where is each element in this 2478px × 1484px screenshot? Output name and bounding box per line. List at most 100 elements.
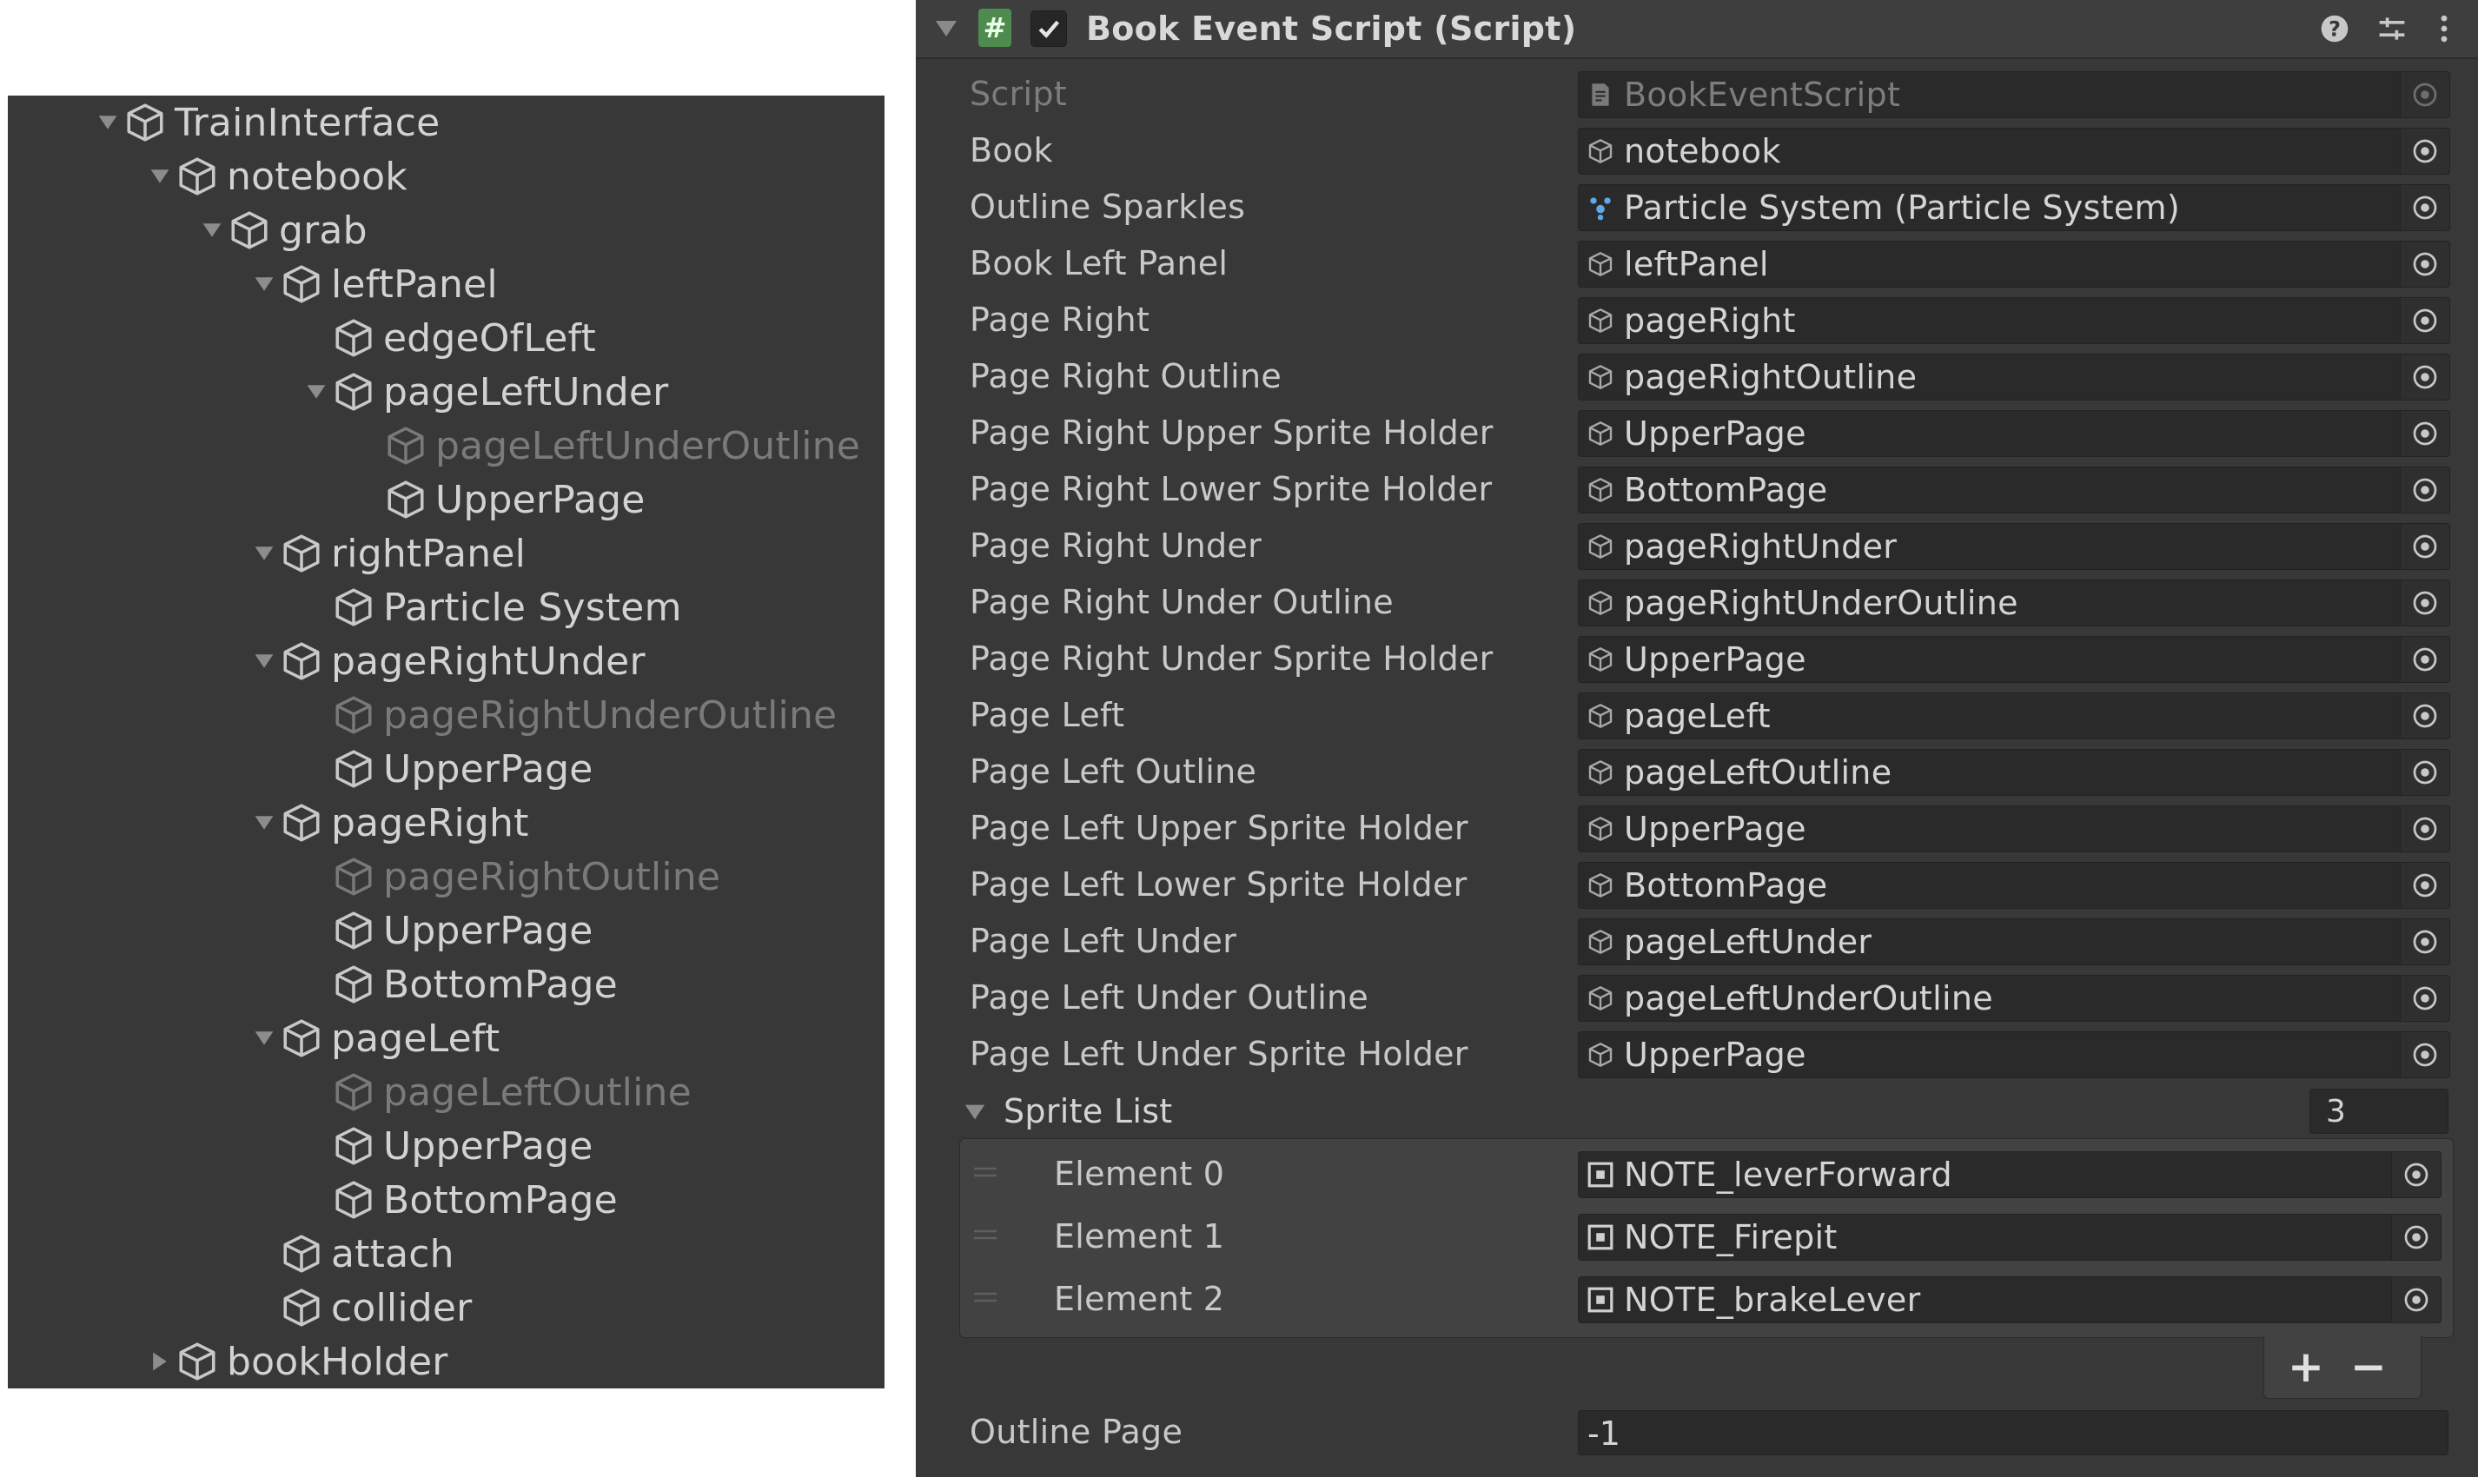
hierarchy-item[interactable]: pageRightOutline <box>301 850 720 904</box>
object-reference-field[interactable]: BottomPage <box>1578 862 2450 909</box>
object-reference-field[interactable]: UpperPage <box>1578 636 2450 683</box>
gameobject-icon <box>279 262 324 307</box>
hierarchy-item[interactable]: UpperPage <box>301 904 593 957</box>
no-arrow-spacer <box>301 311 331 365</box>
hierarchy-item[interactable]: pageLeftUnder <box>301 365 668 419</box>
component-header[interactable]: # Book Event Script (Script) ? <box>916 0 2478 59</box>
hierarchy-item[interactable]: UpperPage <box>301 1119 593 1173</box>
hierarchy-item[interactable]: pageRight <box>249 796 529 850</box>
hierarchy-item[interactable]: rightPanel <box>249 527 526 580</box>
hierarchy-item[interactable]: Particle System <box>301 580 682 634</box>
add-element-button[interactable]: + <box>2280 1342 2332 1392</box>
object-reference-field[interactable]: pageLeftOutline <box>1578 749 2450 796</box>
object-picker-icon[interactable] <box>2400 524 2449 569</box>
expand-arrow-icon[interactable] <box>249 634 279 688</box>
sprite-reference-field[interactable]: NOTE_brakeLever <box>1578 1276 2442 1323</box>
gameobject-icon <box>1586 362 1615 392</box>
hierarchy-item[interactable]: BottomPage <box>301 957 618 1011</box>
more-icon[interactable] <box>2428 12 2461 45</box>
outline-page-field[interactable]: -1 <box>1578 1410 2448 1455</box>
expand-arrow-icon[interactable] <box>249 796 279 850</box>
object-reference-field[interactable]: leftPanel <box>1578 241 2450 288</box>
collapsed-arrow-icon[interactable] <box>145 1335 175 1388</box>
hierarchy-item[interactable]: grab <box>197 203 368 257</box>
property-label: Page Left Lower Sprite Holder <box>970 865 1468 904</box>
object-picker-icon[interactable] <box>2400 750 2449 795</box>
object-picker-icon[interactable] <box>2400 129 2449 174</box>
object-reference-field[interactable]: pageRightOutline <box>1578 354 2450 401</box>
object-picker-icon[interactable] <box>2400 919 2449 964</box>
hierarchy-item[interactable]: pageLeft <box>249 1011 500 1065</box>
object-reference-field[interactable]: pageLeftUnderOutline <box>1578 975 2450 1022</box>
expand-arrow-icon[interactable] <box>197 203 227 257</box>
expand-arrow-icon[interactable] <box>249 257 279 311</box>
object-reference-field[interactable]: UpperPage <box>1578 410 2450 457</box>
hierarchy-item[interactable]: pageRightUnder <box>249 634 646 688</box>
hierarchy-item[interactable]: collider <box>249 1281 472 1335</box>
object-picker-icon[interactable] <box>2400 354 2449 400</box>
object-picker-icon[interactable] <box>2391 1152 2441 1197</box>
drag-handle-icon[interactable] <box>972 1289 998 1308</box>
expand-arrow-icon[interactable] <box>301 365 331 419</box>
object-reference-field[interactable]: pageRightUnder <box>1578 523 2450 570</box>
object-reference-field[interactable]: pageRight <box>1578 297 2450 344</box>
object-reference-field[interactable]: Particle System (Particle System) <box>1578 184 2450 231</box>
hierarchy-item[interactable]: leftPanel <box>249 257 498 311</box>
remove-element-button[interactable]: − <box>2342 1342 2395 1392</box>
hierarchy-item[interactable]: notebook <box>145 149 407 203</box>
object-reference-value: UpperPage <box>1624 810 1806 848</box>
object-picker-icon[interactable] <box>2400 806 2449 851</box>
expand-arrow-icon[interactable] <box>249 527 279 580</box>
object-picker-icon[interactable] <box>2400 580 2449 626</box>
object-picker-icon[interactable] <box>2400 411 2449 456</box>
gameobject-icon <box>1586 419 1615 448</box>
expand-arrow-icon[interactable] <box>93 96 123 149</box>
gameobject-icon <box>1586 532 1615 561</box>
object-picker-icon[interactable] <box>2400 976 2449 1021</box>
hierarchy-item[interactable]: TrainInterface <box>93 96 440 149</box>
foldout-arrow-icon[interactable] <box>963 1100 987 1124</box>
preset-icon[interactable] <box>2375 12 2408 45</box>
drag-handle-icon[interactable] <box>972 1163 998 1183</box>
hierarchy-item[interactable]: UpperPage <box>301 742 593 796</box>
hierarchy-item-label: UpperPage <box>435 477 646 522</box>
object-picker-icon[interactable] <box>2400 467 2449 513</box>
hierarchy-item[interactable]: pageLeftOutline <box>301 1065 692 1119</box>
object-picker-icon[interactable] <box>2400 242 2449 287</box>
object-picker-icon[interactable] <box>2400 298 2449 343</box>
gameobject-icon <box>1586 871 1615 900</box>
object-reference-field[interactable]: BottomPage <box>1578 467 2450 513</box>
object-reference-field[interactable]: pageRightUnderOutline <box>1578 580 2450 626</box>
sprite-list-header[interactable]: Sprite List 3 <box>916 1083 2478 1140</box>
sprite-list-size-field[interactable]: 3 <box>2309 1089 2448 1134</box>
hierarchy-item-label: pageLeftUnderOutline <box>435 423 861 468</box>
object-reference-field[interactable]: UpperPage <box>1578 805 2450 852</box>
hierarchy-item[interactable]: BottomPage <box>301 1173 618 1227</box>
expand-arrow-icon[interactable] <box>249 1011 279 1065</box>
object-picker-icon[interactable] <box>2400 693 2449 739</box>
object-reference-field[interactable]: UpperPage <box>1578 1031 2450 1078</box>
component-enabled-checkbox[interactable] <box>1030 10 1067 47</box>
hierarchy-item[interactable]: UpperPage <box>354 473 646 527</box>
hierarchy-item[interactable]: bookHolder <box>145 1335 448 1388</box>
gameobject-icon <box>1586 758 1615 787</box>
object-picker-icon[interactable] <box>2391 1215 2441 1260</box>
object-picker-icon[interactable] <box>2400 185 2449 230</box>
sprite-reference-field[interactable]: NOTE_leverForward <box>1578 1151 2442 1198</box>
help-icon[interactable]: ? <box>2318 12 2351 45</box>
object-picker-icon[interactable] <box>2400 1032 2449 1077</box>
hierarchy-item[interactable]: pageLeftUnderOutline <box>354 419 860 473</box>
foldout-arrow-icon[interactable] <box>933 16 959 42</box>
object-picker-icon[interactable] <box>2391 1277 2441 1322</box>
object-reference-field[interactable]: pageLeft <box>1578 692 2450 739</box>
sprite-reference-field[interactable]: NOTE_Firepit <box>1578 1214 2442 1261</box>
object-picker-icon[interactable] <box>2400 637 2449 682</box>
hierarchy-item[interactable]: edgeOfLeft <box>301 311 596 365</box>
hierarchy-item[interactable]: attach <box>249 1227 454 1281</box>
object-reference-field[interactable]: pageLeftUnder <box>1578 918 2450 965</box>
drag-handle-icon[interactable] <box>972 1226 998 1245</box>
object-picker-icon[interactable] <box>2400 863 2449 908</box>
expand-arrow-icon[interactable] <box>145 149 175 203</box>
object-reference-field[interactable]: notebook <box>1578 128 2450 175</box>
hierarchy-item[interactable]: pageRightUnderOutline <box>301 688 837 742</box>
